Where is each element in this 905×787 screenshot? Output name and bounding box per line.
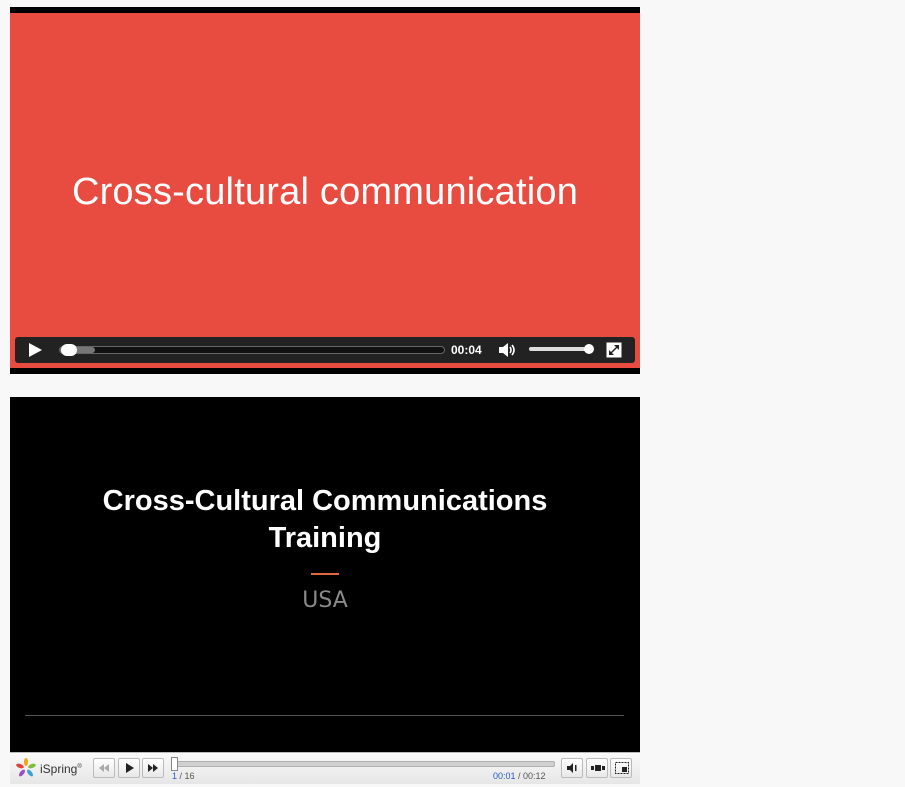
volume-icon: [567, 763, 577, 773]
layout-button[interactable]: [586, 758, 608, 778]
fast-forward-button[interactable]: [142, 758, 164, 778]
play-button[interactable]: [118, 758, 140, 778]
slide-title: Cross-Cultural Communications Training: [10, 483, 640, 557]
play-icon[interactable]: [27, 342, 43, 358]
slide-divider: [25, 715, 624, 716]
slide-counter: 1 / 16: [172, 771, 195, 781]
volume-button[interactable]: [561, 758, 583, 778]
slide-progress-handle[interactable]: [171, 757, 178, 771]
presentation-time: 00:01 / 00:12: [493, 771, 546, 781]
volume-handle[interactable]: [584, 344, 594, 354]
layout-icon: [591, 765, 605, 771]
ispring-logo-text: iSpring®: [40, 762, 82, 776]
video-title: Cross-cultural communication: [71, 171, 579, 213]
ispring-logo-icon: [16, 758, 36, 778]
fullscreen-icon: [615, 762, 629, 774]
slide-total: / 16: [177, 771, 195, 781]
video-progress-bar[interactable]: [59, 344, 445, 356]
video-frame[interactable]: Cross-cultural communication: [10, 13, 640, 368]
time-current: 00:01: [493, 771, 516, 781]
accent-line: [311, 573, 339, 575]
player-toolbar: iSpring® 1 / 16 00:01 / 00:12: [10, 752, 640, 784]
slide-title-line2: Training: [268, 522, 382, 554]
play-icon: [126, 763, 134, 773]
slide-subtitle: USA: [302, 588, 348, 613]
rewind-button[interactable]: [93, 758, 115, 778]
progress-handle[interactable]: [61, 344, 77, 356]
video-player: Cross-cultural communication 00:04: [10, 7, 640, 374]
volume-slider[interactable]: [529, 344, 594, 354]
time-total: / 00:12: [515, 771, 546, 781]
video-controls-bar: 00:04: [15, 337, 635, 363]
slide-title-line1: Cross-Cultural Communications: [102, 485, 548, 517]
presentation-player: Cross-Cultural Communications Training U…: [10, 397, 640, 784]
rewind-icon: [99, 764, 109, 772]
video-time: 00:04: [451, 343, 482, 357]
logo-text: iSpring: [40, 762, 78, 776]
fullscreen-icon[interactable]: [606, 342, 622, 358]
volume-icon[interactable]: [498, 342, 518, 358]
logo-trademark: ®: [77, 764, 82, 770]
fast-forward-icon: [148, 764, 158, 772]
slide-progress-bar[interactable]: [171, 757, 555, 771]
fullscreen-button[interactable]: [610, 758, 632, 778]
